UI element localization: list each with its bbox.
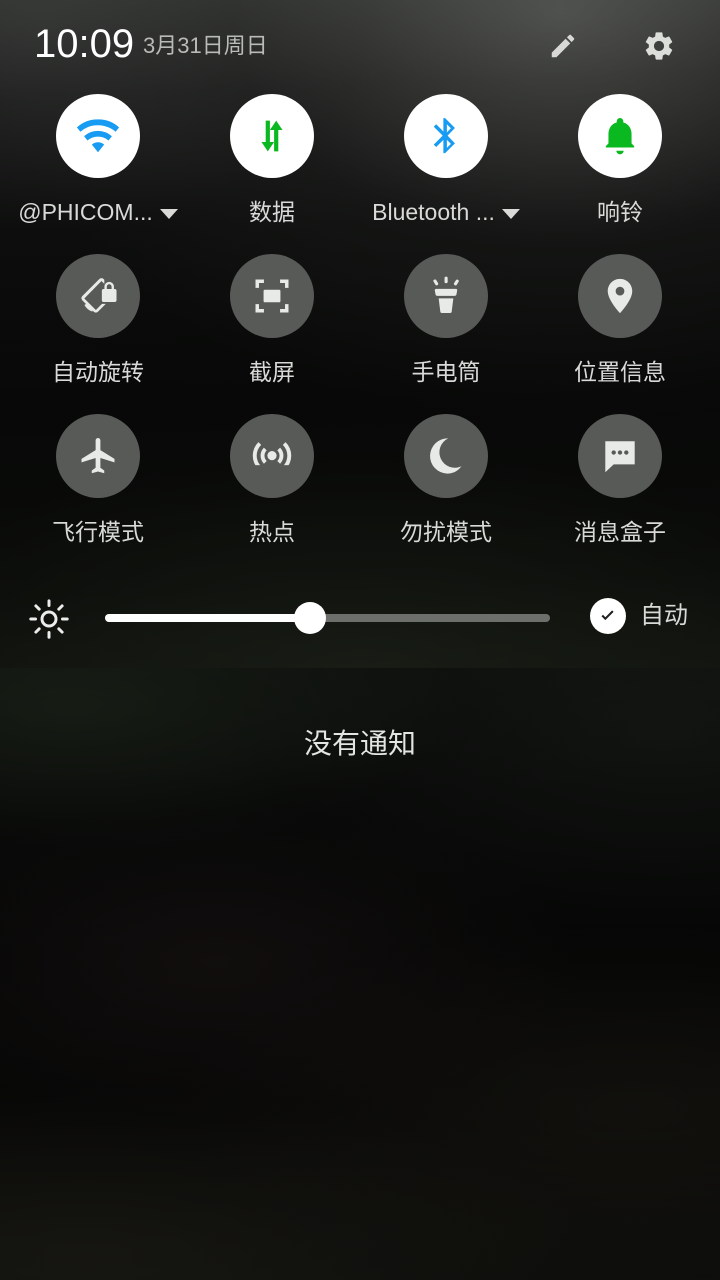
tile-icon-wrapper bbox=[404, 94, 488, 178]
screenshot-icon bbox=[255, 279, 289, 313]
tile-label-wifi: @PHICOM... bbox=[18, 199, 153, 225]
tile-label-row: @PHICOM... bbox=[18, 198, 178, 226]
tile-icon-wrapper bbox=[56, 414, 140, 498]
tile-wifi[interactable]: @PHICOM... bbox=[18, 90, 178, 250]
tile-label-row: 自动旋转 bbox=[52, 358, 144, 386]
tile-icon-wrapper bbox=[230, 414, 314, 498]
tile-label-row: 飞行模式 bbox=[52, 518, 144, 546]
tile-screenshot[interactable]: 截屏 bbox=[192, 250, 352, 410]
auto-brightness-label: 自动 bbox=[640, 602, 688, 629]
tile-icon-wrapper bbox=[578, 94, 662, 178]
tile-label-row: 截屏 bbox=[249, 358, 295, 386]
tile-message-box[interactable]: 消息盒子 bbox=[540, 410, 700, 570]
auto-brightness-checkbox[interactable] bbox=[590, 598, 626, 634]
tile-auto-rotate[interactable]: 自动旋转 bbox=[18, 250, 178, 410]
tile-label-hotspot: 热点 bbox=[249, 519, 295, 545]
tile-icon-wrapper bbox=[230, 254, 314, 338]
tile-label-ringer: 响铃 bbox=[597, 199, 643, 225]
tile-label-flashlight: 手电筒 bbox=[411, 359, 481, 385]
quick-settings-tile-grid: @PHICOM... 数据 Bluetooth ... 响铃 自动旋转 截屏 手… bbox=[0, 90, 720, 570]
tile-icon-wrapper bbox=[404, 254, 488, 338]
chevron-down-icon[interactable] bbox=[159, 209, 178, 219]
tile-airplane-mode[interactable]: 飞行模式 bbox=[18, 410, 178, 570]
chat-bubble-icon bbox=[605, 441, 635, 473]
clock-time: 10:09 bbox=[34, 22, 135, 66]
tile-label-mobile-data: 数据 bbox=[249, 199, 295, 225]
tile-label-message-box: 消息盒子 bbox=[574, 519, 666, 545]
hotspot-icon bbox=[252, 442, 292, 475]
flashlight-icon bbox=[433, 276, 459, 314]
pencil-icon bbox=[551, 34, 575, 58]
tile-hotspot[interactable]: 热点 bbox=[192, 410, 352, 570]
data-arrows-icon bbox=[261, 120, 283, 152]
tile-icon-wrapper bbox=[230, 94, 314, 178]
brightness-slider[interactable] bbox=[105, 602, 550, 634]
tile-label-do-not-disturb: 勿扰模式 bbox=[400, 519, 492, 545]
tile-icon-wrapper bbox=[56, 94, 140, 178]
tile-label-bluetooth: Bluetooth ... bbox=[372, 199, 495, 225]
settings-button[interactable] bbox=[639, 26, 679, 66]
tile-label-row: 手电筒 bbox=[412, 358, 481, 386]
tile-icon-wrapper bbox=[578, 254, 662, 338]
tile-label-row: 勿扰模式 bbox=[400, 518, 492, 546]
tile-bluetooth[interactable]: Bluetooth ... bbox=[366, 90, 526, 250]
brightness-slider-thumb[interactable] bbox=[293, 602, 326, 634]
bell-icon bbox=[605, 118, 635, 155]
tile-label-location: 位置信息 bbox=[574, 359, 666, 385]
tile-label-row: 位置信息 bbox=[574, 358, 666, 386]
tile-label-row: 消息盒子 bbox=[574, 518, 666, 546]
edit-tiles-button[interactable] bbox=[543, 26, 583, 66]
auto-brightness-toggle[interactable]: 自动 bbox=[590, 598, 688, 634]
tile-icon-wrapper bbox=[578, 414, 662, 498]
tile-label-auto-rotate: 自动旋转 bbox=[52, 359, 144, 385]
tile-label-row: Bluetooth ... bbox=[372, 198, 520, 226]
tile-label-row: 响铃 bbox=[597, 198, 643, 226]
gear-icon bbox=[645, 32, 673, 60]
brightness-row: 自动 bbox=[0, 578, 720, 662]
tile-flashlight[interactable]: 手电筒 bbox=[366, 250, 526, 410]
bluetooth-icon bbox=[433, 118, 455, 154]
tile-location[interactable]: 位置信息 bbox=[540, 250, 700, 410]
tile-label-screenshot: 截屏 bbox=[249, 359, 295, 385]
status-header: 10:09 3月31日周日 bbox=[0, 0, 720, 90]
tile-label-row: 热点 bbox=[249, 518, 295, 546]
moon-icon bbox=[430, 438, 462, 474]
tile-mobile-data[interactable]: 数据 bbox=[192, 90, 352, 250]
brightness-sun-icon bbox=[28, 598, 70, 640]
location-pin-icon bbox=[607, 278, 633, 314]
tile-do-not-disturb[interactable]: 勿扰模式 bbox=[366, 410, 526, 570]
tile-label-row: 数据 bbox=[249, 198, 295, 226]
check-icon bbox=[601, 610, 614, 621]
wifi-icon bbox=[76, 119, 120, 153]
rotation-lock-icon bbox=[81, 278, 117, 313]
tile-ringer[interactable]: 响铃 bbox=[540, 90, 700, 250]
tile-icon-wrapper bbox=[404, 414, 488, 498]
clock-date: 3月31日周日 bbox=[143, 33, 268, 58]
no-notifications-text: 没有通知 bbox=[303, 728, 416, 759]
tile-icon-wrapper bbox=[56, 254, 140, 338]
brightness-slider-fill bbox=[105, 614, 310, 622]
chevron-down-icon[interactable] bbox=[501, 209, 520, 219]
quick-settings-screen: 10:09 3月31日周日 @PHICOM... 数据 Bluetooth ..… bbox=[0, 0, 720, 1280]
tile-label-airplane-mode: 飞行模式 bbox=[52, 519, 144, 545]
airplane-icon bbox=[81, 438, 115, 474]
